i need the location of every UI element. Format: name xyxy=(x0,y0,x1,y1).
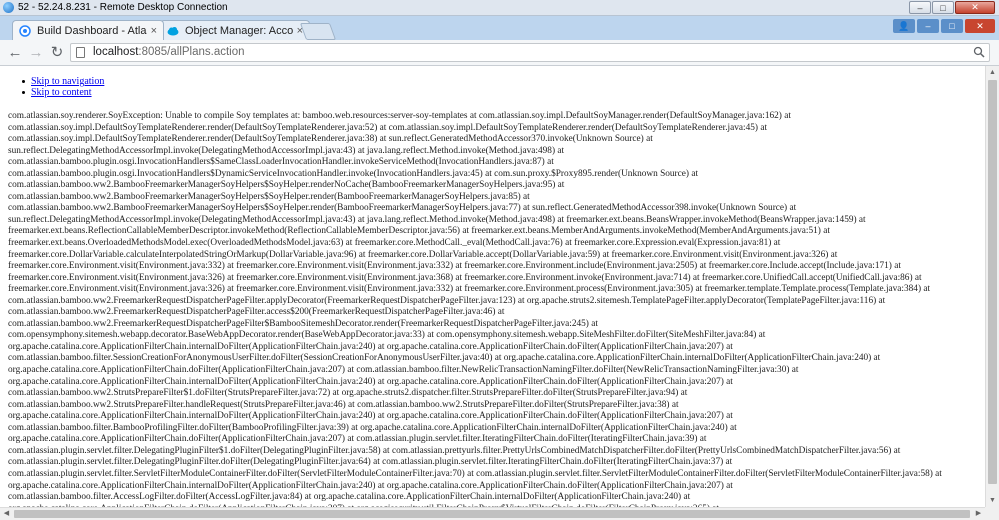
atlassian-icon xyxy=(19,24,31,37)
stack-trace-line: freemarker.core.DollarVariable.calculate… xyxy=(8,249,838,260)
stack-trace-line: org.apache.catalina.core.ApplicationFilt… xyxy=(8,365,799,376)
rdp-window-controls: – □ ✕ xyxy=(909,1,995,15)
stack-trace-line: com.atlassian.soy.impl.DefaultSoyTemplat… xyxy=(8,122,768,133)
browser-window-controls: 👤 – □ ✕ xyxy=(893,19,995,33)
horizontal-scroll-thumb[interactable] xyxy=(14,510,970,518)
remote-desktop-icon xyxy=(3,2,14,13)
stack-trace-line: com.atlassian.bamboo.filter.AccessLogFil… xyxy=(8,492,691,503)
list-item: Skip to navigation xyxy=(21,76,104,87)
stack-trace: com.atlassian.soy.renderer.SoyException:… xyxy=(8,111,983,507)
stack-trace-line: com.atlassian.bamboo.filter.SessionCreat… xyxy=(8,353,881,364)
address-bar[interactable]: localhost:8085/allPlans.action xyxy=(70,43,990,62)
stack-trace-line: com.opensymphony.sitemesh.webapp.decorat… xyxy=(8,330,766,341)
stack-trace-line: freemarker.core.Environment.visit(Enviro… xyxy=(8,272,922,283)
stack-trace-line: com.atlassian.bamboo.plugin.osgi.Invocat… xyxy=(8,157,554,168)
rdp-close-button[interactable]: ✕ xyxy=(955,1,995,14)
stack-trace-line: com.atlassian.plugin.servlet.filter.Dele… xyxy=(8,445,901,456)
stack-trace-line: com.atlassian.bamboo.ww2.BambooFreemarke… xyxy=(8,180,565,191)
horizontal-scrollbar[interactable]: ◀ ▶ xyxy=(0,507,985,520)
url-path: :8085/allPlans.action xyxy=(138,46,245,58)
vertical-scrollbar[interactable]: ▲ ▼ xyxy=(985,66,999,507)
rdp-title-bar: 52 - 52.24.8.231 - Remote Desktop Connec… xyxy=(0,0,999,16)
stack-trace-line: com.atlassian.bamboo.ww2.StrutsPrepareFi… xyxy=(8,388,688,399)
rdp-minimize-button[interactable]: – xyxy=(909,1,931,14)
skip-to-navigation-link[interactable]: Skip to navigation xyxy=(31,76,104,87)
forward-arrow-icon[interactable]: → xyxy=(27,44,45,62)
tab-build-dashboard[interactable]: Build Dashboard - Atlass × xyxy=(12,20,164,40)
rdp-window-title: 52 - 52.24.8.231 - Remote Desktop Connec… xyxy=(18,2,228,13)
navigation-bar: ← → ↻ localhost:8085/allPlans.action xyxy=(0,40,999,66)
stack-trace-line: org.apache.catalina.core.ApplicationFilt… xyxy=(8,341,733,352)
stack-trace-line: com.atlassian.plugin.servlet.filter.Serv… xyxy=(8,468,942,479)
reload-icon[interactable]: ↻ xyxy=(48,44,66,62)
browser-maximize-button[interactable]: □ xyxy=(941,19,963,33)
page-content: Skip to navigation Skip to content com.a… xyxy=(0,66,985,507)
back-arrow-icon[interactable]: ← xyxy=(6,44,24,62)
scrollbar-corner xyxy=(985,507,999,520)
stack-trace-line: org.apache.catalina.core.ApplicationFilt… xyxy=(8,434,707,445)
stack-trace-line: com.atlassian.soy.impl.DefaultSoyTemplat… xyxy=(8,134,653,145)
stack-trace-line: sun.reflect.DelegatingMethodAccessorImpl… xyxy=(8,214,866,225)
stack-trace-line: freemarker.ext.beans.OverloadedMethodsMo… xyxy=(8,238,781,249)
stack-trace-line: com.atlassian.bamboo.ww2.BambooFreemarke… xyxy=(8,191,530,202)
stack-trace-line: sun.reflect.DelegatingMethodAccessorImpl… xyxy=(8,145,565,156)
scroll-down-icon[interactable]: ▼ xyxy=(986,494,999,507)
stack-trace-line: org.apache.catalina.core.ApplicationFilt… xyxy=(8,376,733,387)
browser-close-button[interactable]: ✕ xyxy=(965,19,995,33)
stack-trace-line: com.atlassian.bamboo.ww2.FreemarkerReque… xyxy=(8,295,886,306)
stack-trace-line: com.atlassian.bamboo.ww2.FreemarkerReque… xyxy=(8,318,598,329)
rdp-maximize-button[interactable]: □ xyxy=(932,1,954,14)
scroll-up-icon[interactable]: ▲ xyxy=(986,66,999,79)
url-text[interactable]: localhost:8085/allPlans.action xyxy=(93,46,245,58)
browser-minimize-button[interactable]: – xyxy=(917,19,939,33)
search-icon[interactable] xyxy=(973,46,985,58)
stack-trace-line: freemarker.core.Environment.visit(Enviro… xyxy=(8,284,931,295)
stack-trace-line: com.atlassian.bamboo.ww2.FreemarkerReque… xyxy=(8,307,505,318)
stack-trace-line: com.atlassian.plugin.servlet.filter.Dele… xyxy=(8,457,733,468)
profile-icon[interactable]: 👤 xyxy=(893,19,915,33)
stack-trace-line: com.atlassian.bamboo.filter.BambooProfil… xyxy=(8,422,737,433)
scroll-right-icon[interactable]: ▶ xyxy=(972,508,985,520)
tab-object-manager[interactable]: Object Manager: Accoun × xyxy=(160,20,310,40)
salesforce-cloud-icon xyxy=(167,26,179,35)
stack-trace-line: com.atlassian.bamboo.plugin.osgi.Invocat… xyxy=(8,168,699,179)
new-tab-button[interactable] xyxy=(299,23,337,40)
stack-trace-line: com.atlassian.bamboo.ww2.BambooFreemarke… xyxy=(8,203,797,214)
stack-trace-line: com.atlassian.soy.renderer.SoyException:… xyxy=(8,111,791,121)
vertical-scroll-thumb[interactable] xyxy=(988,80,997,484)
url-host: localhost xyxy=(93,46,139,58)
stack-trace-line: com.atlassian.bamboo.ww2.StrutsPrepareFi… xyxy=(8,399,679,410)
skip-to-content-link[interactable]: Skip to content xyxy=(31,87,92,98)
stack-trace-line: freemarker.ext.beans.ReflectionCallableM… xyxy=(8,226,830,237)
tab-label: Build Dashboard - Atlass xyxy=(37,24,147,37)
tab-label: Object Manager: Accoun xyxy=(185,24,293,37)
tab-strip: Build Dashboard - Atlass × Object Manage… xyxy=(0,16,999,40)
skip-links: Skip to navigation Skip to content xyxy=(21,76,104,98)
tab-close-icon[interactable]: × xyxy=(151,25,157,37)
scroll-left-icon[interactable]: ◀ xyxy=(0,508,13,520)
stack-trace-line: freemarker.core.Environment.visit(Enviro… xyxy=(8,261,901,272)
stack-trace-line: org.apache.catalina.core.ApplicationFilt… xyxy=(8,480,733,491)
list-item: Skip to content xyxy=(21,87,104,98)
page-info-icon[interactable] xyxy=(76,47,85,58)
stack-trace-line: org.apache.catalina.core.ApplicationFilt… xyxy=(8,411,733,422)
